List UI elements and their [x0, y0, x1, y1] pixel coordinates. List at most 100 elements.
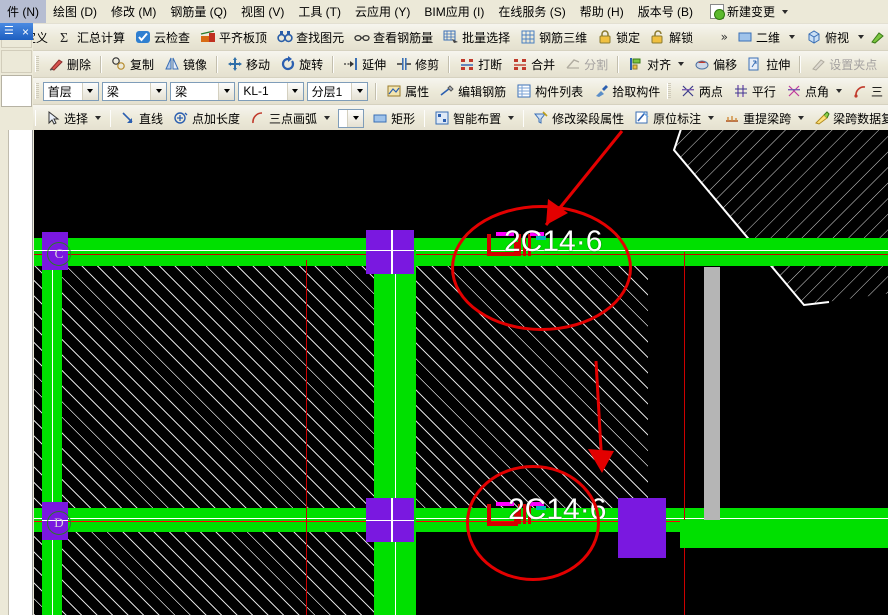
- menu-file[interactable]: 件 (N): [0, 0, 46, 23]
- toolbar-view-rebar-quantity-button[interactable]: 查看钢筋量: [349, 27, 438, 48]
- toolbar-in-situ-label-button[interactable]: 原位标注: [629, 108, 719, 129]
- toolbar-stretch-button[interactable]: 拉伸: [742, 54, 795, 75]
- toolbar-grip-component[interactable]: [35, 83, 39, 99]
- toolbar-re-extract-span-button[interactable]: 重提梁跨: [719, 108, 809, 129]
- toolbar-delete-button[interactable]: 删除: [43, 54, 96, 75]
- re-extract-chevron-down-icon[interactable]: [798, 116, 805, 120]
- toolbar-property-button[interactable]: 属性: [381, 81, 434, 102]
- toolbar-rebar-3d-button[interactable]: 钢筋三维: [515, 27, 592, 48]
- floor-select-chevron-down-icon[interactable]: [81, 82, 98, 100]
- flashlight-icon[interactable]: [870, 29, 886, 45]
- component-select-chevron-down-icon[interactable]: [286, 82, 303, 100]
- toolbar-align-button[interactable]: 对齐: [623, 54, 689, 75]
- toolbar-modify-beam-segment-button[interactable]: 修改梁段属性: [528, 108, 629, 129]
- toolbar-overflow-button[interactable]: »: [717, 30, 732, 44]
- toolbar-component-list-button[interactable]: 构件列表: [511, 81, 588, 102]
- toolbar-three-point-arc-button[interactable]: 三点画弧: [245, 108, 335, 129]
- toolbar-grip-draw-aux[interactable]: [667, 83, 671, 99]
- toolbar-three-button[interactable]: 三: [847, 81, 888, 102]
- beam-vertical-left-centerline: [52, 238, 53, 615]
- view-mode-chevron-down-icon[interactable]: [788, 35, 795, 39]
- subcategory-select-chevron-down-icon[interactable]: [218, 82, 235, 100]
- two-point-icon: [680, 83, 696, 99]
- toolbar-align-slab-top-button[interactable]: 平齐板顶: [195, 27, 272, 48]
- toolbar-pick-component-button[interactable]: 拾取构件: [588, 81, 665, 102]
- toolbar-offset-button[interactable]: 偏移: [689, 54, 742, 75]
- toolbar-point-length-button[interactable]: 点加长度: [168, 108, 245, 129]
- toolbar-trim-button[interactable]: 修剪: [391, 54, 444, 75]
- toolbar-cloud-check-button[interactable]: 云检查: [130, 27, 195, 48]
- floor-select[interactable]: 首层: [42, 81, 99, 101]
- menu-bim-apps[interactable]: BIM应用 (I): [417, 0, 491, 23]
- toolbar-rectangle-button[interactable]: 矩形: [367, 108, 420, 129]
- toolbar-parallel-button[interactable]: 平行: [728, 81, 781, 102]
- in-situ-chevron-down-icon[interactable]: [708, 116, 715, 120]
- menu-modify[interactable]: 修改 (M): [104, 0, 163, 23]
- pin-icon[interactable]: ☰: [4, 26, 14, 37]
- column-top-middle[interactable]: [366, 230, 414, 274]
- toolbar-smart-layout-button[interactable]: 智能布置: [429, 108, 519, 129]
- view-angle-chevron-down-icon[interactable]: [858, 35, 864, 39]
- menu-version[interactable]: 版本号 (B): [631, 0, 700, 23]
- toolbar-set-grip-button[interactable]: 设置夹点: [805, 54, 882, 75]
- smart-layout-chevron-down-icon[interactable]: [508, 116, 515, 120]
- chevron-down-icon[interactable]: [782, 9, 789, 14]
- toolbar-two-point-button[interactable]: 两点: [675, 81, 728, 102]
- column-bottom-right[interactable]: [618, 498, 666, 558]
- toolbar-select-button[interactable]: 选择: [40, 108, 106, 129]
- subcategory-select[interactable]: 梁: [170, 81, 236, 101]
- binoculars-icon: [277, 29, 293, 45]
- left-gutter: [0, 130, 33, 615]
- view-mode-2d-button[interactable]: 二维: [732, 27, 785, 48]
- left-panel-row-2[interactable]: [1, 50, 32, 73]
- toolbar-move-button[interactable]: 移动: [222, 54, 275, 75]
- cad-canvas[interactable]: C D 2C14·6 2C14·6: [34, 130, 888, 615]
- toolbar-grip-edit[interactable]: [35, 56, 39, 72]
- toolbar-mirror-button[interactable]: 镜像: [159, 54, 212, 75]
- toolbar-copy-button[interactable]: 复制: [106, 54, 159, 75]
- toolbar-point-angle-button[interactable]: 点角: [781, 81, 847, 102]
- component-list-icon: [516, 83, 532, 99]
- left-panel-row-3[interactable]: [1, 75, 32, 107]
- arc-chevron-down-icon[interactable]: [324, 116, 331, 120]
- menu-rebar-quantity[interactable]: 钢筋量 (Q): [163, 0, 234, 23]
- toolbar-find-element-button[interactable]: 查找图元: [272, 27, 349, 48]
- menu-tools[interactable]: 工具 (T): [291, 0, 348, 23]
- column-bottom-middle-hline: [366, 520, 414, 521]
- toolbar-span-data-copy-button[interactable]: 梁跨数据复: [809, 108, 888, 129]
- layer-select-chevron-down-icon[interactable]: [351, 82, 368, 100]
- toolbar-batch-select-button[interactable]: 批量选择: [438, 27, 515, 48]
- toolbar-lock-button[interactable]: 锁定: [592, 27, 645, 48]
- draw-extra-select[interactable]: [338, 108, 365, 128]
- category-select-chevron-down-icon[interactable]: [150, 82, 167, 100]
- toolbar-edit-rebar-button[interactable]: 编辑钢筋: [434, 81, 511, 102]
- toolbar-extend-button[interactable]: 延伸: [338, 54, 391, 75]
- menu-online-service[interactable]: 在线服务 (S): [491, 0, 572, 23]
- category-select[interactable]: 梁: [101, 81, 168, 101]
- new-change-button[interactable]: 新建变更: [706, 1, 792, 22]
- property-icon: [386, 83, 402, 99]
- layer-select[interactable]: 分层1: [306, 81, 369, 101]
- toolbar-rotate-button[interactable]: 旋转: [275, 54, 328, 75]
- toolbar-merge-button[interactable]: 合并: [507, 54, 560, 75]
- toolbar-split-button[interactable]: 分割: [560, 54, 613, 75]
- menu-cloud-apps[interactable]: 云应用 (Y): [348, 0, 417, 23]
- view-angle-top-button[interactable]: 俯视: [801, 27, 854, 48]
- toolbar-component: 首层 梁 梁 KL-1 分层1 属性 编辑钢筋 构件列表 拾取构件 两点 平行 …: [0, 78, 888, 105]
- close-icon[interactable]: ×: [22, 26, 29, 38]
- toolbar-unlock-button[interactable]: 解锁: [645, 27, 698, 48]
- menu-help[interactable]: 帮助 (H): [573, 0, 631, 23]
- component-select[interactable]: KL-1: [238, 81, 304, 101]
- new-change-label: 新建变更: [727, 5, 776, 19]
- toolbar-summary-calc-button[interactable]: Σ 汇总计算: [53, 27, 130, 48]
- menu-view[interactable]: 视图 (V): [234, 0, 291, 23]
- menu-draw[interactable]: 绘图 (D): [46, 0, 104, 23]
- beam-horizontal-right-stub[interactable]: [680, 520, 888, 548]
- draw-extra-chevron-down-icon[interactable]: [347, 109, 364, 127]
- toolbar-break-button[interactable]: 打断: [454, 54, 507, 75]
- toolbar-line-button[interactable]: 直线: [115, 108, 168, 129]
- point-angle-chevron-down-icon[interactable]: [835, 89, 842, 93]
- select-chevron-down-icon[interactable]: [95, 116, 102, 120]
- toolbar-grip-draw[interactable]: [35, 110, 36, 126]
- align-chevron-down-icon[interactable]: [678, 62, 685, 66]
